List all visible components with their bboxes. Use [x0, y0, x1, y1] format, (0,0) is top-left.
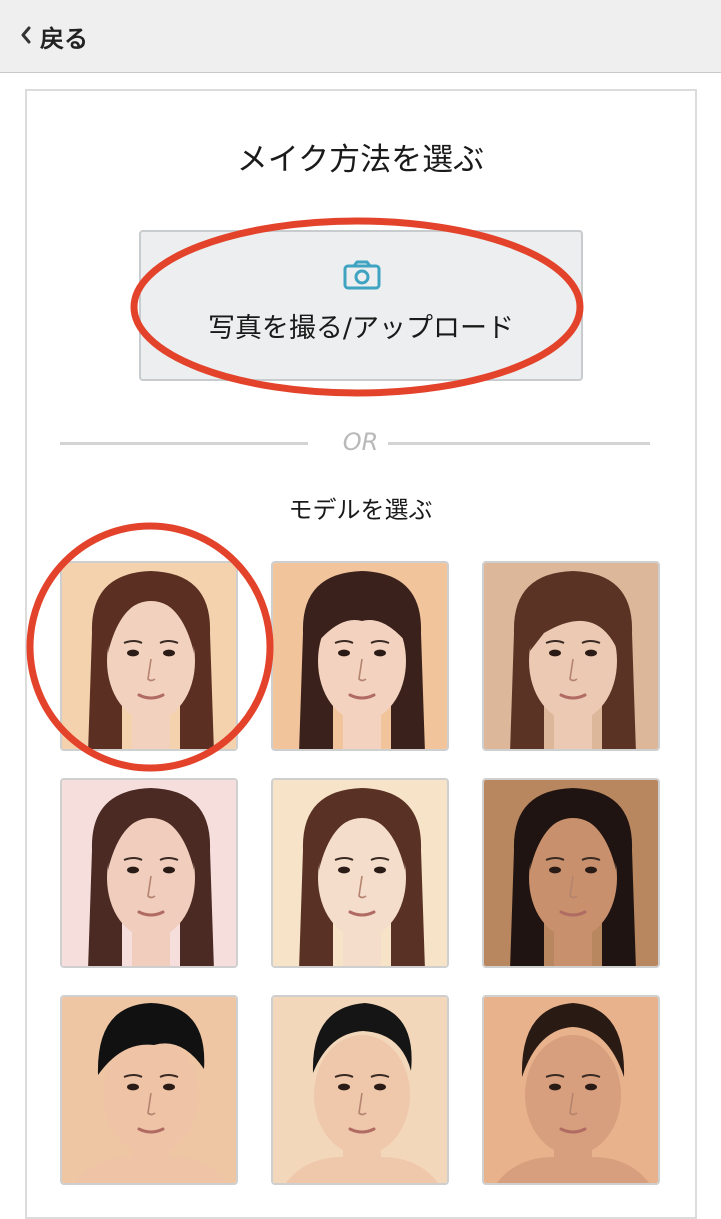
model-portrait-image: [484, 997, 658, 1183]
model-portrait-image: [62, 780, 236, 966]
models-title: モデルを選ぶ: [288, 496, 433, 524]
upload-photo-label: 写真を撮る/アップロード: [207, 313, 515, 344]
model-tile-2[interactable]: [271, 561, 449, 751]
chevron-left-icon: [20, 22, 32, 50]
model-tile-6[interactable]: [482, 778, 660, 968]
model-tile-3[interactable]: [482, 561, 660, 751]
model-tile-9[interactable]: [482, 995, 660, 1185]
top-bar: 戻る: [0, 0, 721, 73]
model-portrait-image: [273, 997, 447, 1183]
or-divider-text: OR: [342, 428, 379, 456]
model-tile-7[interactable]: [60, 995, 238, 1185]
model-tile-1[interactable]: [60, 561, 238, 751]
model-portrait-image: [273, 563, 447, 749]
back-button[interactable]: 戻る: [20, 18, 88, 54]
back-label: 戻る: [40, 24, 88, 53]
model-portrait-image: [484, 780, 658, 966]
model-tile-5[interactable]: [271, 778, 449, 968]
model-portrait-image: [273, 780, 447, 966]
model-portrait-image: [62, 997, 236, 1183]
camera-icon: [343, 260, 381, 294]
model-portrait-image: [484, 563, 658, 749]
model-tile-4[interactable]: [60, 778, 238, 968]
upload-photo-button[interactable]: 写真を撮る/アップロード: [139, 230, 583, 381]
model-tile-8[interactable]: [271, 995, 449, 1185]
page-title: メイク方法を選ぶ: [236, 142, 485, 178]
model-portrait-image: [62, 563, 236, 749]
